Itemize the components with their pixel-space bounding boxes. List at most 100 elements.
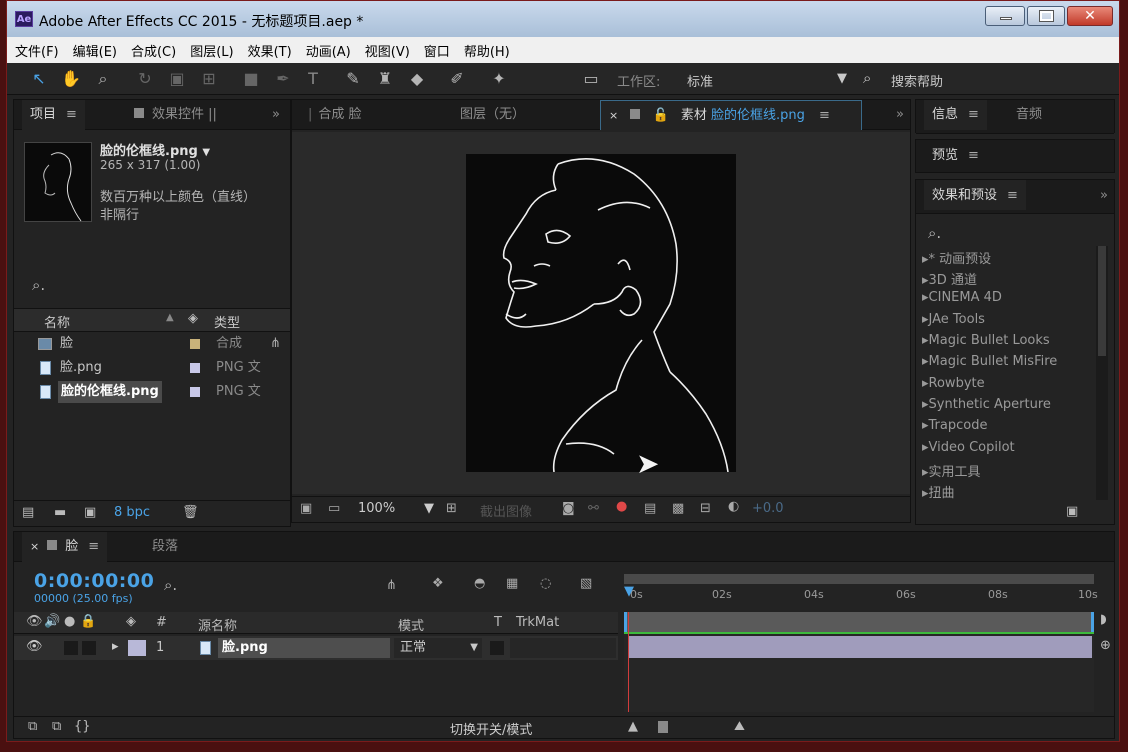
layer-switches-icon[interactable]: ⧉: [28, 719, 37, 734]
type-tool-icon[interactable]: T: [303, 69, 323, 89]
comp-flowchart-icon[interactable]: ⋔: [386, 578, 397, 593]
new-composition-icon[interactable]: ▣: [84, 505, 96, 520]
comp-duration-bar[interactable]: [624, 612, 1094, 632]
eye-icon[interactable]: 👁: [26, 614, 43, 629]
column-t[interactable]: T: [494, 615, 502, 630]
list-item[interactable]: ▸CINEMA 4D: [922, 290, 1002, 305]
interpret-footage-icon[interactable]: ▤: [22, 505, 34, 520]
work-area-bar[interactable]: [624, 574, 1094, 584]
menu-icon[interactable]: ≡: [968, 100, 979, 130]
hand-tool-icon[interactable]: ✋: [61, 69, 81, 89]
brush-tool-icon[interactable]: ✎: [343, 69, 363, 89]
show-snapshot-icon[interactable]: ⚯: [588, 501, 599, 516]
flowchart-icon[interactable]: ⋔: [270, 332, 281, 356]
layer-row[interactable]: 👁 ▸ 1 脸.png 正常 ▼: [14, 636, 618, 660]
column-type[interactable]: 类型: [214, 312, 240, 331]
list-item[interactable]: ▸Magic Bullet MisFire: [922, 354, 1057, 369]
zoom-in-icon[interactable]: ⛰: [734, 719, 745, 734]
menu-icon[interactable]: ≡: [1007, 180, 1018, 212]
eraser-tool-icon[interactable]: ◆: [407, 69, 427, 89]
rectangle-tool-icon[interactable]: ■: [241, 69, 261, 89]
exposure-value[interactable]: +0.0: [752, 501, 784, 516]
list-item[interactable]: ▸Rowbyte: [922, 376, 985, 391]
solo-icon[interactable]: ●: [64, 614, 75, 629]
list-item[interactable]: 脸 合成 ⋔: [14, 332, 284, 356]
menu-file[interactable]: 文件(F): [15, 41, 59, 60]
list-item[interactable]: ▸Video Copilot: [922, 440, 1015, 455]
rotate-tool-icon[interactable]: ↻: [135, 69, 155, 89]
expand-triangle-icon[interactable]: ▸: [112, 639, 119, 654]
tab-paragraph[interactable]: 段落: [144, 532, 186, 562]
blend-mode-select[interactable]: 正常 ▼: [394, 638, 482, 658]
layer-label-swatch[interactable]: [128, 640, 146, 656]
list-item[interactable]: ▸Magic Bullet Looks: [922, 333, 1050, 348]
timecode[interactable]: 0:00:00:00: [34, 570, 154, 592]
column-source-name[interactable]: 源名称: [198, 615, 237, 634]
audio-icon[interactable]: 🔊: [44, 614, 60, 629]
transfer-controls-icon[interactable]: ⧉: [52, 719, 61, 734]
zoom-slider[interactable]: [650, 721, 730, 733]
panel-overflow-icon[interactable]: »: [264, 100, 288, 130]
preview-filename[interactable]: 脸的伦框线.png ▼: [100, 140, 210, 159]
search-icon[interactable]: ⌕.: [928, 224, 941, 242]
list-item[interactable]: ▸Trapcode: [922, 418, 987, 433]
toggle-switches-modes[interactable]: 切换开关/模式: [450, 719, 532, 738]
sort-ascending-icon[interactable]: ▲: [166, 312, 174, 323]
menu-icon[interactable]: ≡: [66, 100, 77, 130]
comp-button-icon[interactable]: ⊕: [1100, 638, 1111, 653]
layer-name[interactable]: 脸.png: [218, 638, 390, 658]
label-tag-icon[interactable]: ◈: [188, 311, 198, 326]
list-item[interactable]: ▸* 动画预设: [922, 248, 991, 267]
tab-effect-controls[interactable]: 效果控件 ||: [126, 100, 225, 130]
trash-icon[interactable]: 🗑: [182, 505, 199, 520]
maximize-button[interactable]: [1027, 6, 1065, 26]
column-trkmat[interactable]: TrkMat: [516, 615, 559, 630]
current-time-indicator[interactable]: [628, 612, 629, 712]
tab-audio[interactable]: 音频: [1008, 100, 1050, 130]
pen-tool-icon[interactable]: ✒: [273, 69, 293, 89]
transparency-grid-icon[interactable]: ▩: [672, 501, 684, 516]
solo-box[interactable]: [64, 641, 78, 655]
menu-help[interactable]: 帮助(H): [464, 41, 510, 60]
frame-blending-icon[interactable]: ▦: [506, 576, 518, 591]
close-icon[interactable]: ×: [609, 109, 618, 122]
menu-effect[interactable]: 效果(T): [248, 41, 292, 60]
label-tag-icon[interactable]: ◈: [126, 614, 136, 629]
tab-footage[interactable]: × 🔓 素材 脸的伦框线.png ≡: [600, 100, 862, 130]
menu-animation[interactable]: 动画(A): [306, 41, 351, 60]
chevron-down-icon[interactable]: ▼: [837, 71, 847, 86]
list-item[interactable]: ▸Synthetic Aperture: [922, 397, 1051, 412]
column-name[interactable]: 名称: [44, 312, 70, 331]
menu-icon[interactable]: ≡: [88, 532, 99, 562]
camera-snapshot-icon[interactable]: ◙: [562, 501, 575, 516]
time-ruler[interactable]: 0s 02s 04s 06s 08s 10s ▼: [624, 572, 1098, 612]
comp-button-icon[interactable]: ◗: [1100, 612, 1107, 627]
chevron-down-icon[interactable]: ▼: [202, 147, 210, 158]
exposure-reset-icon[interactable]: ◐: [728, 499, 739, 514]
column-mode[interactable]: 模式: [398, 615, 424, 634]
zoom-out-icon[interactable]: ▲: [628, 719, 638, 734]
draft-3d-icon[interactable]: ❖: [432, 576, 444, 591]
roto-brush-tool-icon[interactable]: ✐: [447, 69, 467, 89]
panel-overflow-icon[interactable]: »: [888, 100, 912, 130]
new-preset-icon[interactable]: ▣: [1066, 504, 1078, 519]
new-folder-icon[interactable]: ▬: [54, 505, 66, 520]
monitor-icon[interactable]: ▭: [328, 501, 340, 516]
shy-layers-icon[interactable]: ◓: [474, 576, 485, 591]
lock-icon[interactable]: 🔓: [653, 108, 669, 123]
search-icon[interactable]: ⌕.: [32, 276, 45, 294]
tab-preview[interactable]: 预览 ≡: [924, 140, 987, 170]
motion-blur-icon[interactable]: ◌: [540, 576, 551, 591]
chevron-down-icon[interactable]: ▼: [424, 501, 434, 516]
channels-icon[interactable]: ●: [616, 499, 627, 514]
tab-layer[interactable]: 图层（无）: [452, 100, 533, 130]
pan-behind-tool-icon[interactable]: ⊞: [199, 69, 219, 89]
menu-view[interactable]: 视图(V): [365, 41, 410, 60]
eye-icon[interactable]: 👁: [26, 639, 43, 654]
menu-edit[interactable]: 编辑(E): [73, 41, 117, 60]
menu-composition[interactable]: 合成(C): [131, 41, 176, 60]
close-button[interactable]: ✕: [1067, 6, 1113, 26]
list-item-selected[interactable]: 脸的伦框线.png PNG 文: [14, 380, 284, 404]
menu-icon[interactable]: ≡: [819, 101, 830, 131]
puppet-pin-tool-icon[interactable]: ✦: [489, 69, 509, 89]
